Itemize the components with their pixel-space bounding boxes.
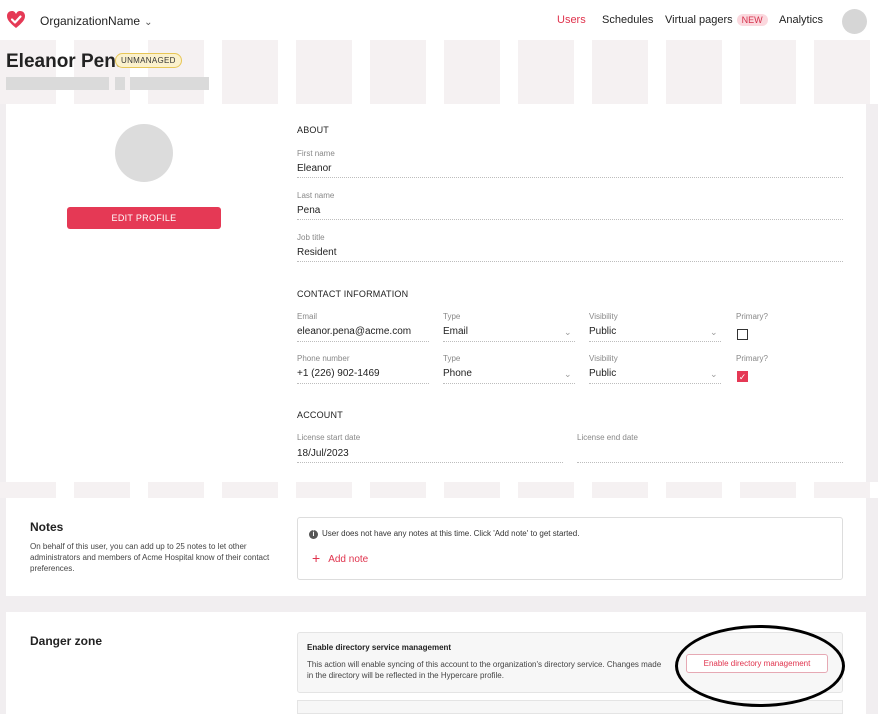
add-note-button[interactable]: + Add note — [312, 550, 368, 566]
user-avatar[interactable] — [842, 9, 867, 34]
last-name-field[interactable]: Pena — [297, 205, 320, 216]
nav-users[interactable]: Users — [557, 14, 586, 26]
phone-type-select[interactable]: Phone — [443, 368, 472, 379]
chevron-down-icon: ⌄ — [144, 17, 153, 28]
plus-icon: + — [312, 550, 321, 566]
placeholder-bar — [130, 77, 209, 90]
nav-analytics[interactable]: Analytics — [779, 14, 823, 26]
email-type-select[interactable]: Email — [443, 326, 468, 337]
email-visibility-label: Visibility — [589, 312, 618, 321]
field-underline — [443, 341, 575, 342]
edit-profile-button[interactable]: EDIT PROFILE — [67, 207, 221, 229]
contact-section-title: CONTACT INFORMATION — [297, 289, 409, 299]
nav-virtual-pagers-label: Virtual pagers — [665, 14, 733, 26]
field-underline — [297, 462, 563, 463]
first-name-label: First name — [297, 149, 335, 158]
phone-type-label: Type — [443, 354, 461, 363]
profile-avatar — [115, 124, 173, 182]
email-label: Email — [297, 312, 318, 321]
placeholder-bar — [115, 77, 125, 90]
phone-visibility-select[interactable]: Public — [589, 368, 616, 379]
placeholder-bar — [6, 77, 109, 90]
license-end-label: License end date — [577, 433, 638, 442]
license-start-field[interactable]: 18/Jul/2023 — [297, 448, 349, 459]
first-name-field[interactable]: Eleanor — [297, 163, 331, 174]
email-primary-label: Primary? — [736, 312, 769, 321]
field-underline — [297, 383, 429, 384]
checkmark-icon: ✓ — [738, 372, 747, 382]
danger-action-description: This action will enable syncing of this … — [307, 660, 662, 680]
phone-primary-checkbox[interactable]: ✓ — [737, 371, 748, 382]
email-field[interactable]: eleanor.pena@acme.com — [297, 326, 411, 337]
field-underline — [589, 383, 721, 384]
app-logo-icon[interactable] — [6, 10, 26, 30]
email-type-label: Type — [443, 312, 461, 321]
chevron-down-icon: ⌄ — [710, 327, 718, 337]
account-section-title: ACCOUNT — [297, 410, 343, 420]
field-underline — [297, 177, 843, 178]
add-note-label: Add note — [328, 554, 369, 565]
last-name-label: Last name — [297, 191, 335, 200]
chevron-down-icon: ⌄ — [710, 369, 718, 379]
field-underline — [443, 383, 575, 384]
org-switcher[interactable]: OrganizationName ⌄ — [40, 14, 152, 28]
phone-visibility-label: Visibility — [589, 354, 618, 363]
danger-zone-title: Danger zone — [30, 634, 103, 648]
status-badge: UNMANAGED — [115, 53, 182, 68]
top-navigation: OrganizationName ⌄ Users Schedules Virtua… — [0, 0, 878, 40]
notes-empty-message: User does not have any notes at this tim… — [322, 529, 580, 538]
org-name: OrganizationName — [40, 14, 141, 28]
chevron-down-icon: ⌄ — [564, 369, 572, 379]
phone-primary-label: Primary? — [736, 354, 769, 363]
nav-virtual-pagers[interactable]: Virtual pagers NEW — [665, 14, 768, 26]
notes-box — [297, 517, 843, 580]
license-start-label: License start date — [297, 433, 361, 442]
notes-description: On behalf of this user, you can add up t… — [30, 542, 270, 573]
chevron-down-icon: ⌄ — [564, 327, 572, 337]
new-badge: NEW — [736, 14, 768, 26]
field-underline — [297, 261, 843, 262]
field-underline — [577, 462, 843, 463]
danger-action-heading: Enable directory service management — [307, 643, 452, 652]
annotation-circle — [675, 625, 845, 707]
phone-label: Phone number — [297, 354, 350, 363]
notes-title: Notes — [30, 520, 64, 534]
email-visibility-select[interactable]: Public — [589, 326, 616, 337]
job-title-field[interactable]: Resident — [297, 247, 336, 258]
field-underline — [297, 341, 429, 342]
field-underline — [589, 341, 721, 342]
about-section-title: ABOUT — [297, 125, 330, 135]
page-title: Eleanor Pena — [6, 51, 127, 72]
section-separator — [0, 482, 878, 498]
phone-field[interactable]: +1 (226) 902-1469 — [297, 368, 380, 379]
header-banner — [0, 40, 878, 104]
job-title-label: Job title — [297, 233, 325, 242]
nav-schedules[interactable]: Schedules — [602, 14, 653, 26]
email-primary-checkbox[interactable] — [737, 329, 748, 340]
info-icon: i — [309, 530, 318, 539]
field-underline — [297, 219, 843, 220]
